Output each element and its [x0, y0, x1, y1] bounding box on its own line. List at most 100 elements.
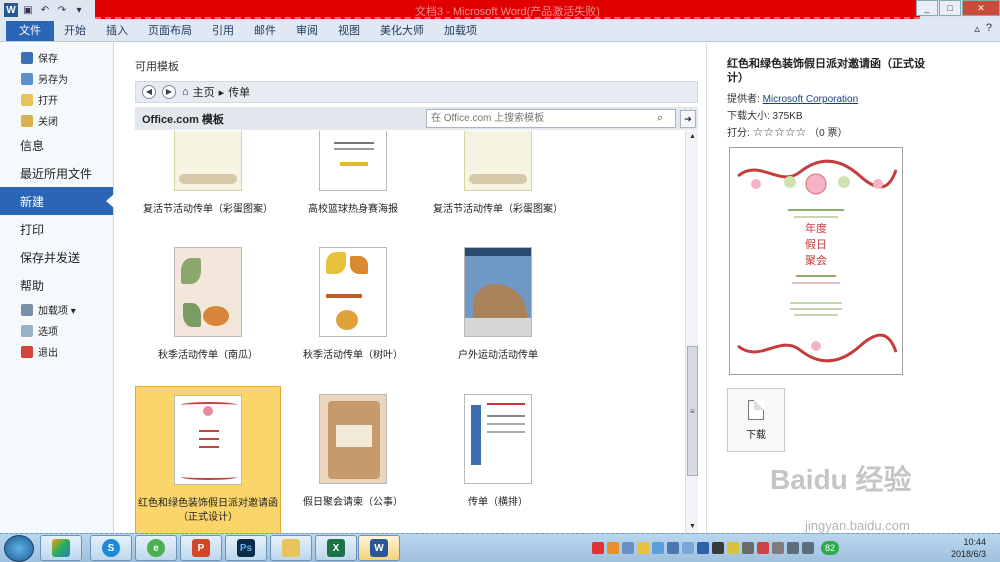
download-button[interactable]: 下载 [727, 388, 785, 452]
menu-help[interactable]: 帮助 [0, 271, 113, 299]
breadcrumb-separator-icon: ▸ [218, 86, 225, 99]
minimize-button[interactable]: _ [916, 0, 938, 16]
menu-open[interactable]: 打开 [0, 89, 113, 110]
tray-icon[interactable] [637, 542, 649, 554]
customize-qat-icon[interactable]: ▾ [72, 3, 86, 17]
clock-date: 2018/6/3 [950, 549, 986, 559]
menu-options[interactable]: 选项 [0, 320, 113, 341]
provider-link[interactable]: Microsoft Corporation [763, 94, 859, 105]
template-item[interactable]: 高校篮球热身赛海报 [280, 131, 426, 217]
tab-beautify-master[interactable]: 美化大师 [370, 21, 434, 41]
quick-access-toolbar: W ▣ ↶ ↷ ▾ [4, 2, 86, 18]
ribbon-tabs: 文件 开始 插入 页面布局 引用 邮件 审阅 视图 美化大师 加载项 ▵ ? [0, 20, 1000, 42]
tab-page-layout[interactable]: 页面布局 [138, 21, 202, 41]
folder-icon [282, 539, 300, 557]
tray-icon[interactable] [667, 542, 679, 554]
gallery-scrollbar[interactable]: ▲ ≡ ▼ [685, 131, 698, 533]
tab-home[interactable]: 开始 [54, 21, 96, 41]
excel-icon: X [327, 539, 345, 557]
forward-icon[interactable]: ▶ [162, 85, 176, 99]
taskbar-app-photoshop[interactable]: Ps [225, 535, 267, 561]
home-icon[interactable]: ⌂ [182, 86, 189, 98]
menu-addins[interactable]: 加载项 ▾ [0, 299, 113, 320]
taskbar-app-word[interactable]: W [358, 535, 400, 561]
ribbon-minimize-icon[interactable]: ▵ [974, 22, 980, 35]
taskbar-app-explorer[interactable] [270, 535, 312, 561]
maximize-button[interactable]: □ [939, 0, 961, 16]
tab-references[interactable]: 引用 [202, 21, 244, 41]
tab-view[interactable]: 视图 [328, 21, 370, 41]
tray-icon[interactable] [727, 542, 739, 554]
rating-stars[interactable]: ☆☆☆☆☆ [753, 125, 807, 139]
menu-save-as[interactable]: 另存为 [0, 68, 113, 89]
tray-icon[interactable] [682, 542, 694, 554]
template-label: 传单（横排） [468, 497, 528, 508]
taskbar-app-ie[interactable]: e [135, 535, 177, 561]
title-overlay: 文档3 - Microsoft Word(产品激活失败) [95, 0, 920, 19]
tray-icon[interactable] [772, 542, 784, 554]
tab-file[interactable]: 文件 [6, 21, 54, 41]
taskbar-clock[interactable]: 10:44 2018/6/3 [951, 536, 986, 560]
template-item[interactable]: 户外运动活动传单 [425, 247, 571, 363]
menu-recent[interactable]: 最近所用文件 [0, 159, 113, 187]
tray-icon[interactable] [757, 542, 769, 554]
template-item[interactable]: 复活节活动传单（彩蛋图案） [425, 131, 571, 217]
scroll-up-icon[interactable]: ▲ [686, 131, 699, 143]
tab-addins[interactable]: 加载项 [434, 21, 487, 41]
back-icon[interactable]: ◀ [142, 85, 156, 99]
ie-icon: e [147, 539, 165, 557]
redo-icon[interactable]: ↷ [55, 3, 69, 17]
help-icon[interactable]: ? [986, 22, 992, 35]
clock-time: 10:44 [963, 537, 986, 547]
save-icon[interactable]: ▣ [21, 3, 35, 17]
tray-icon[interactable] [622, 542, 634, 554]
menu-print[interactable]: 打印 [0, 215, 113, 243]
menu-save[interactable]: 保存 [0, 47, 113, 68]
tray-icon[interactable] [607, 542, 619, 554]
close-button[interactable]: ✕ [962, 0, 1000, 16]
template-item[interactable]: 假日聚会请柬（公事） [280, 394, 426, 510]
tray-icon[interactable] [742, 542, 754, 554]
search-go-button[interactable]: ➔ [680, 110, 696, 128]
tab-review[interactable]: 审阅 [286, 21, 328, 41]
volume-icon[interactable] [802, 542, 814, 554]
breadcrumb-home[interactable]: 主页 [193, 84, 215, 100]
tray-icon[interactable] [712, 542, 724, 554]
start-button[interactable] [4, 535, 34, 562]
template-label: 秋季活动传单（树叶） [303, 350, 403, 361]
scroll-down-icon[interactable]: ▼ [686, 521, 699, 533]
tab-mailings[interactable]: 邮件 [244, 21, 286, 41]
save-as-icon [21, 72, 33, 85]
template-item[interactable]: 秋季活动传单（树叶） [280, 247, 426, 363]
rating-label: 打分: [727, 128, 750, 139]
tray-icon[interactable] [697, 542, 709, 554]
template-item[interactable]: 传单（横排） [425, 394, 571, 510]
template-item-selected[interactable]: 红色和绿色装饰假日派对邀请函（正式设计） [135, 386, 281, 533]
menu-new[interactable]: 新建 [0, 187, 114, 215]
template-item[interactable]: 复活节活动传单（彩蛋图案） [135, 131, 281, 217]
network-icon[interactable] [787, 542, 799, 554]
template-search-input[interactable] [426, 109, 676, 128]
taskbar-app-sogou[interactable]: S [90, 535, 132, 561]
menu-close[interactable]: 关闭 [0, 110, 113, 131]
security-badge[interactable]: 82 [821, 541, 839, 555]
taskbar-app-excel[interactable]: X [315, 535, 357, 561]
taskbar-app-powerpoint[interactable]: P [180, 535, 222, 561]
template-thumbnail [174, 395, 242, 485]
folder-open-icon [21, 93, 33, 106]
scrollbar-thumb[interactable]: ≡ [687, 346, 698, 476]
word-app-icon[interactable]: W [4, 3, 18, 17]
menu-exit[interactable]: 退出 [0, 341, 113, 362]
close-document-icon [21, 114, 33, 127]
search-icon[interactable]: ⌕ [657, 112, 663, 125]
tray-icon[interactable] [592, 542, 604, 554]
tray-icon[interactable] [652, 542, 664, 554]
tab-insert[interactable]: 插入 [96, 21, 138, 41]
template-item[interactable]: 秋季活动传单（南瓜） [135, 247, 281, 363]
available-templates-title: 可用模板 [135, 61, 179, 73]
addins-icon [21, 303, 33, 316]
taskbar-app-game[interactable] [40, 535, 82, 561]
undo-icon[interactable]: ↶ [38, 3, 52, 17]
menu-save-and-send[interactable]: 保存并发送 [0, 243, 113, 271]
menu-info[interactable]: 信息 [0, 131, 113, 159]
